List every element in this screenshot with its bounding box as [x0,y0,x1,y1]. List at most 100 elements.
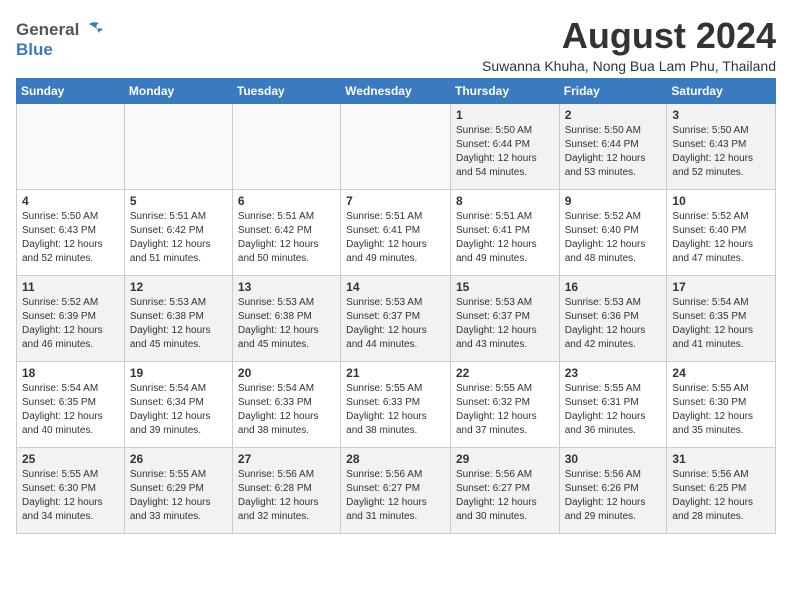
calendar-cell: 21 Sunrise: 5:55 AM Sunset: 6:33 PM Dayli… [341,361,451,447]
calendar-week-row: 18 Sunrise: 5:54 AM Sunset: 6:35 PM Dayli… [17,361,776,447]
day-info: Sunrise: 5:56 AM Sunset: 6:25 PM Dayligh… [672,468,770,524]
calendar-cell: 10 Sunrise: 5:52 AM Sunset: 6:40 PM Dayli… [667,189,776,275]
day-number: 22 [456,366,554,380]
calendar-cell: 14 Sunrise: 5:53 AM Sunset: 6:37 PM Dayli… [341,275,451,361]
day-info: Sunrise: 5:51 AM Sunset: 6:41 PM Dayligh… [346,210,445,266]
day-number: 5 [130,194,227,208]
page-header: General Blue August 2024 Suwanna Khuha, … [16,16,776,74]
calendar-cell: 7 Sunrise: 5:51 AM Sunset: 6:41 PM Daylig… [341,189,451,275]
title-area: August 2024 Suwanna Khuha, Nong Bua Lam … [103,16,776,74]
calendar-cell: 29 Sunrise: 5:56 AM Sunset: 6:27 PM Dayli… [450,447,559,533]
logo-general-text: General [16,20,79,40]
day-info: Sunrise: 5:56 AM Sunset: 6:28 PM Dayligh… [238,468,335,524]
calendar-week-row: 4Sunrise: 5:50 AM Sunset: 6:43 PM Daylig… [17,189,776,275]
day-info: Sunrise: 5:52 AM Sunset: 6:40 PM Dayligh… [672,210,770,266]
day-number: 30 [565,452,662,466]
day-number: 19 [130,366,227,380]
calendar-week-row: 11 Sunrise: 5:52 AM Sunset: 6:39 PM Dayli… [17,275,776,361]
calendar-cell: 2 Sunrise: 5:50 AM Sunset: 6:44 PM Daylig… [559,103,667,189]
day-info: Sunrise: 5:54 AM Sunset: 6:35 PM Dayligh… [22,382,119,438]
calendar-header-thursday: Thursday [450,78,559,103]
day-info: Sunrise: 5:54 AM Sunset: 6:34 PM Dayligh… [130,382,227,438]
logo: General Blue [16,16,103,60]
calendar-cell: 30 Sunrise: 5:56 AM Sunset: 6:26 PM Dayli… [559,447,667,533]
day-info: Sunrise: 5:54 AM Sunset: 6:33 PM Dayligh… [238,382,335,438]
day-info: Sunrise: 5:50 AM Sunset: 6:44 PM Dayligh… [565,124,662,180]
day-info: Sunrise: 5:56 AM Sunset: 6:26 PM Dayligh… [565,468,662,524]
day-number: 8 [456,194,554,208]
day-info: Sunrise: 5:52 AM Sunset: 6:39 PM Dayligh… [22,296,119,352]
day-info: Sunrise: 5:51 AM Sunset: 6:42 PM Dayligh… [130,210,227,266]
calendar-cell: 25 Sunrise: 5:55 AM Sunset: 6:30 PM Dayli… [17,447,125,533]
calendar-header-monday: Monday [124,78,232,103]
calendar-header-tuesday: Tuesday [232,78,340,103]
calendar-header-saturday: Saturday [667,78,776,103]
calendar-cell: 12Sunrise: 5:53 AM Sunset: 6:38 PM Dayli… [124,275,232,361]
calendar-header-wednesday: Wednesday [341,78,451,103]
day-number: 15 [456,280,554,294]
day-number: 18 [22,366,119,380]
day-info: Sunrise: 5:55 AM Sunset: 6:30 PM Dayligh… [672,382,770,438]
day-number: 13 [238,280,335,294]
calendar-cell: 13 Sunrise: 5:53 AM Sunset: 6:38 PM Dayli… [232,275,340,361]
day-number: 20 [238,366,335,380]
calendar-cell [124,103,232,189]
calendar-cell: 5 Sunrise: 5:51 AM Sunset: 6:42 PM Daylig… [124,189,232,275]
calendar-cell: 16Sunrise: 5:53 AM Sunset: 6:36 PM Dayli… [559,275,667,361]
day-number: 10 [672,194,770,208]
day-number: 28 [346,452,445,466]
calendar-cell [17,103,125,189]
calendar-cell: 28 Sunrise: 5:56 AM Sunset: 6:27 PM Dayli… [341,447,451,533]
day-info: Sunrise: 5:53 AM Sunset: 6:38 PM Dayligh… [238,296,335,352]
day-info: Sunrise: 5:55 AM Sunset: 6:32 PM Dayligh… [456,382,554,438]
day-info: Sunrise: 5:55 AM Sunset: 6:33 PM Dayligh… [346,382,445,438]
day-info: Sunrise: 5:55 AM Sunset: 6:30 PM Dayligh… [22,468,119,524]
day-number: 14 [346,280,445,294]
calendar-cell: 31Sunrise: 5:56 AM Sunset: 6:25 PM Dayli… [667,447,776,533]
day-info: Sunrise: 5:52 AM Sunset: 6:40 PM Dayligh… [565,210,662,266]
day-number: 16 [565,280,662,294]
day-number: 4 [22,194,119,208]
day-number: 25 [22,452,119,466]
calendar-cell [232,103,340,189]
day-number: 1 [456,108,554,122]
calendar-header-row: SundayMondayTuesdayWednesdayThursdayFrid… [17,78,776,103]
calendar-header-sunday: Sunday [17,78,125,103]
day-info: Sunrise: 5:51 AM Sunset: 6:42 PM Dayligh… [238,210,335,266]
calendar-cell: 17Sunrise: 5:54 AM Sunset: 6:35 PM Dayli… [667,275,776,361]
calendar-cell: 26 Sunrise: 5:55 AM Sunset: 6:29 PM Dayli… [124,447,232,533]
calendar-cell: 27 Sunrise: 5:56 AM Sunset: 6:28 PM Dayli… [232,447,340,533]
day-info: Sunrise: 5:56 AM Sunset: 6:27 PM Dayligh… [456,468,554,524]
day-number: 26 [130,452,227,466]
calendar-cell: 11 Sunrise: 5:52 AM Sunset: 6:39 PM Dayli… [17,275,125,361]
day-info: Sunrise: 5:56 AM Sunset: 6:27 PM Dayligh… [346,468,445,524]
calendar-cell: 1Sunrise: 5:50 AM Sunset: 6:44 PM Daylig… [450,103,559,189]
day-info: Sunrise: 5:50 AM Sunset: 6:43 PM Dayligh… [672,124,770,180]
day-info: Sunrise: 5:54 AM Sunset: 6:35 PM Dayligh… [672,296,770,352]
day-info: Sunrise: 5:55 AM Sunset: 6:29 PM Dayligh… [130,468,227,524]
calendar-cell: 6 Sunrise: 5:51 AM Sunset: 6:42 PM Daylig… [232,189,340,275]
day-number: 7 [346,194,445,208]
day-number: 3 [672,108,770,122]
calendar-week-row: 1 Sunrise: 5:50 AM Sunset: 6:44 PM Daylig… [17,103,776,189]
calendar-table: SundayMondayTuesdayWednesdayThursdayFrid… [16,78,776,534]
calendar-cell [341,103,451,189]
day-number: 29 [456,452,554,466]
calendar-header-friday: Friday [559,78,667,103]
day-number: 6 [238,194,335,208]
calendar-cell: 20 Sunrise: 5:54 AM Sunset: 6:33 PM Dayli… [232,361,340,447]
day-number: 9 [565,194,662,208]
day-number: 11 [22,280,119,294]
day-number: 21 [346,366,445,380]
calendar-cell: 15Sunrise: 5:53 AM Sunset: 6:37 PM Dayli… [450,275,559,361]
day-info: Sunrise: 5:51 AM Sunset: 6:41 PM Dayligh… [456,210,554,266]
calendar-cell: 3 Sunrise: 5:50 AM Sunset: 6:43 PM Daylig… [667,103,776,189]
day-number: 27 [238,452,335,466]
calendar-week-row: 25 Sunrise: 5:55 AM Sunset: 6:30 PM Dayli… [17,447,776,533]
logo-blue-text: Blue [16,40,53,60]
calendar-cell: 18 Sunrise: 5:54 AM Sunset: 6:35 PM Dayli… [17,361,125,447]
day-number: 2 [565,108,662,122]
day-info: Sunrise: 5:53 AM Sunset: 6:37 PM Dayligh… [346,296,445,352]
calendar-cell: 22 Sunrise: 5:55 AM Sunset: 6:32 PM Dayli… [450,361,559,447]
calendar-cell: 4Sunrise: 5:50 AM Sunset: 6:43 PM Daylig… [17,189,125,275]
